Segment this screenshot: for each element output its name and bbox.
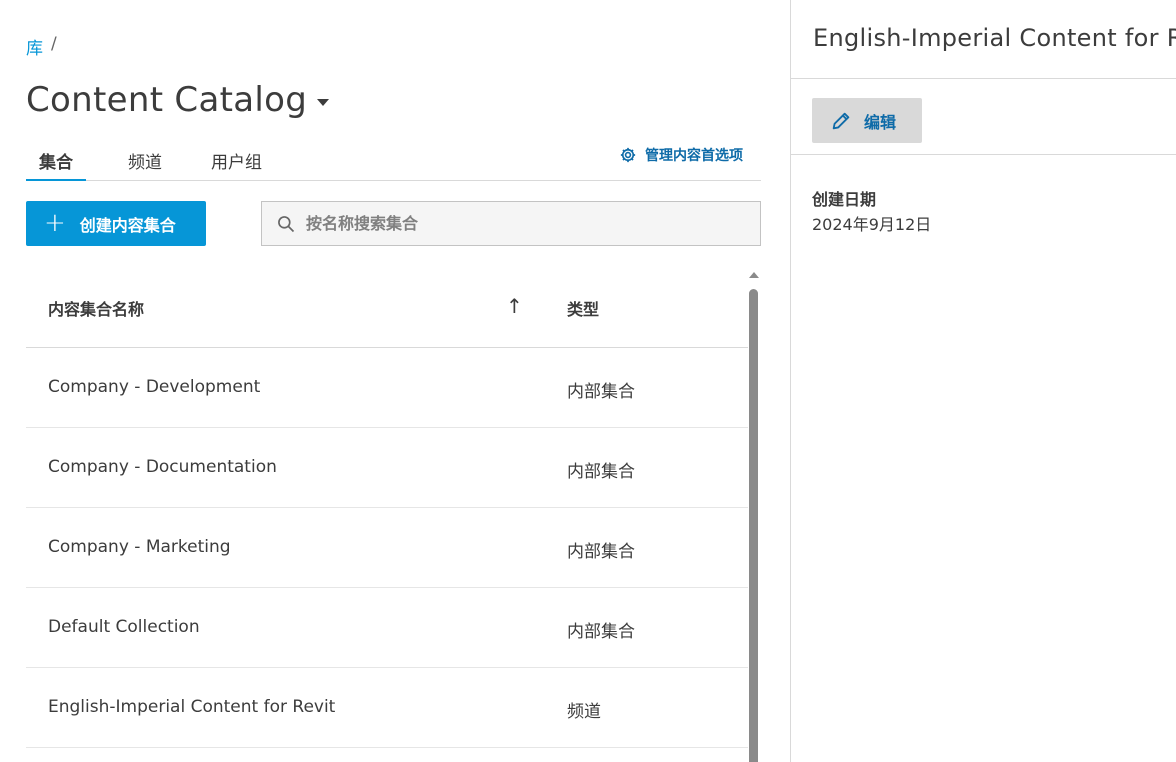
- table-row[interactable]: Company - Marketing 内部集合: [26, 508, 748, 588]
- table-scrollbar[interactable]: [748, 272, 760, 762]
- breadcrumb: 库 /: [26, 34, 57, 59]
- sort-ascending-icon[interactable]: ↑: [506, 294, 523, 318]
- cell-collection-type: 内部集合: [567, 542, 635, 562]
- detail-header: English-Imperial Content for Revit: [791, 0, 1176, 79]
- search-field: [261, 201, 761, 246]
- edit-button[interactable]: 编辑: [812, 98, 922, 143]
- cell-collection-name: Company - Development: [48, 377, 261, 397]
- detail-panel: English-Imperial Content for Revit 编辑 创建…: [790, 0, 1176, 762]
- plus-icon: +: [44, 207, 66, 238]
- scroll-up-icon[interactable]: [749, 272, 759, 278]
- table-row[interactable]: English-Imperial Content for Revit 频道: [26, 668, 748, 748]
- cell-collection-name: Company - Documentation: [48, 457, 277, 477]
- breadcrumb-library-link[interactable]: 库: [26, 34, 43, 59]
- table-header: 内容集合名称 ↑ 类型: [26, 268, 748, 348]
- cell-collection-name: English-Imperial Content for Revit: [48, 697, 336, 717]
- cell-collection-name: Company - Marketing: [48, 537, 231, 557]
- caret-down-icon: [317, 98, 330, 106]
- collections-panel: 库 / Content Catalog 集合 频道 用户组 管理内容首选项 + …: [0, 0, 790, 762]
- created-date-label: 创建日期: [812, 190, 877, 209]
- tab-bar: 集合 频道 用户组 管理内容首选项: [26, 140, 761, 181]
- collections-table: 内容集合名称 ↑ 类型 Company - Development 内部集合 C…: [26, 268, 748, 748]
- pencil-icon: [832, 112, 850, 129]
- search-input[interactable]: [306, 214, 746, 233]
- breadcrumb-separator: /: [51, 34, 57, 54]
- table-row[interactable]: Company - Documentation 内部集合: [26, 428, 748, 508]
- cell-collection-name: Default Collection: [48, 617, 200, 637]
- tab-collections[interactable]: 集合: [26, 148, 86, 181]
- cell-collection-type: 内部集合: [567, 622, 635, 642]
- page-title-dropdown[interactable]: Content Catalog: [26, 80, 330, 120]
- create-collection-button[interactable]: + 创建内容集合: [26, 201, 206, 246]
- cell-collection-type: 内部集合: [567, 462, 635, 482]
- column-header-type[interactable]: 类型: [567, 296, 599, 320]
- detail-title: English-Imperial Content for Revit: [813, 24, 1176, 52]
- search-icon: [278, 215, 295, 232]
- table-row[interactable]: Company - Development 内部集合: [26, 348, 748, 428]
- table-row[interactable]: Default Collection 内部集合: [26, 588, 748, 668]
- tab-channels[interactable]: 频道: [128, 148, 162, 181]
- cell-collection-type: 频道: [567, 702, 601, 722]
- manage-content-preferences-link[interactable]: 管理内容首选项: [619, 145, 743, 165]
- column-header-name[interactable]: 内容集合名称: [48, 296, 144, 320]
- gear-icon: [620, 147, 636, 163]
- detail-toolbar: 编辑: [791, 79, 1176, 155]
- scrollbar-thumb[interactable]: [749, 289, 758, 762]
- tab-user-groups[interactable]: 用户组: [211, 148, 262, 181]
- cell-collection-type: 内部集合: [567, 382, 635, 402]
- created-date-value: 2024年9月12日: [812, 215, 932, 234]
- manage-content-preferences-label: 管理内容首选项: [645, 148, 743, 164]
- page-title: Content Catalog: [26, 80, 308, 120]
- edit-label: 编辑: [864, 112, 897, 132]
- create-collection-label: 创建内容集合: [79, 215, 176, 235]
